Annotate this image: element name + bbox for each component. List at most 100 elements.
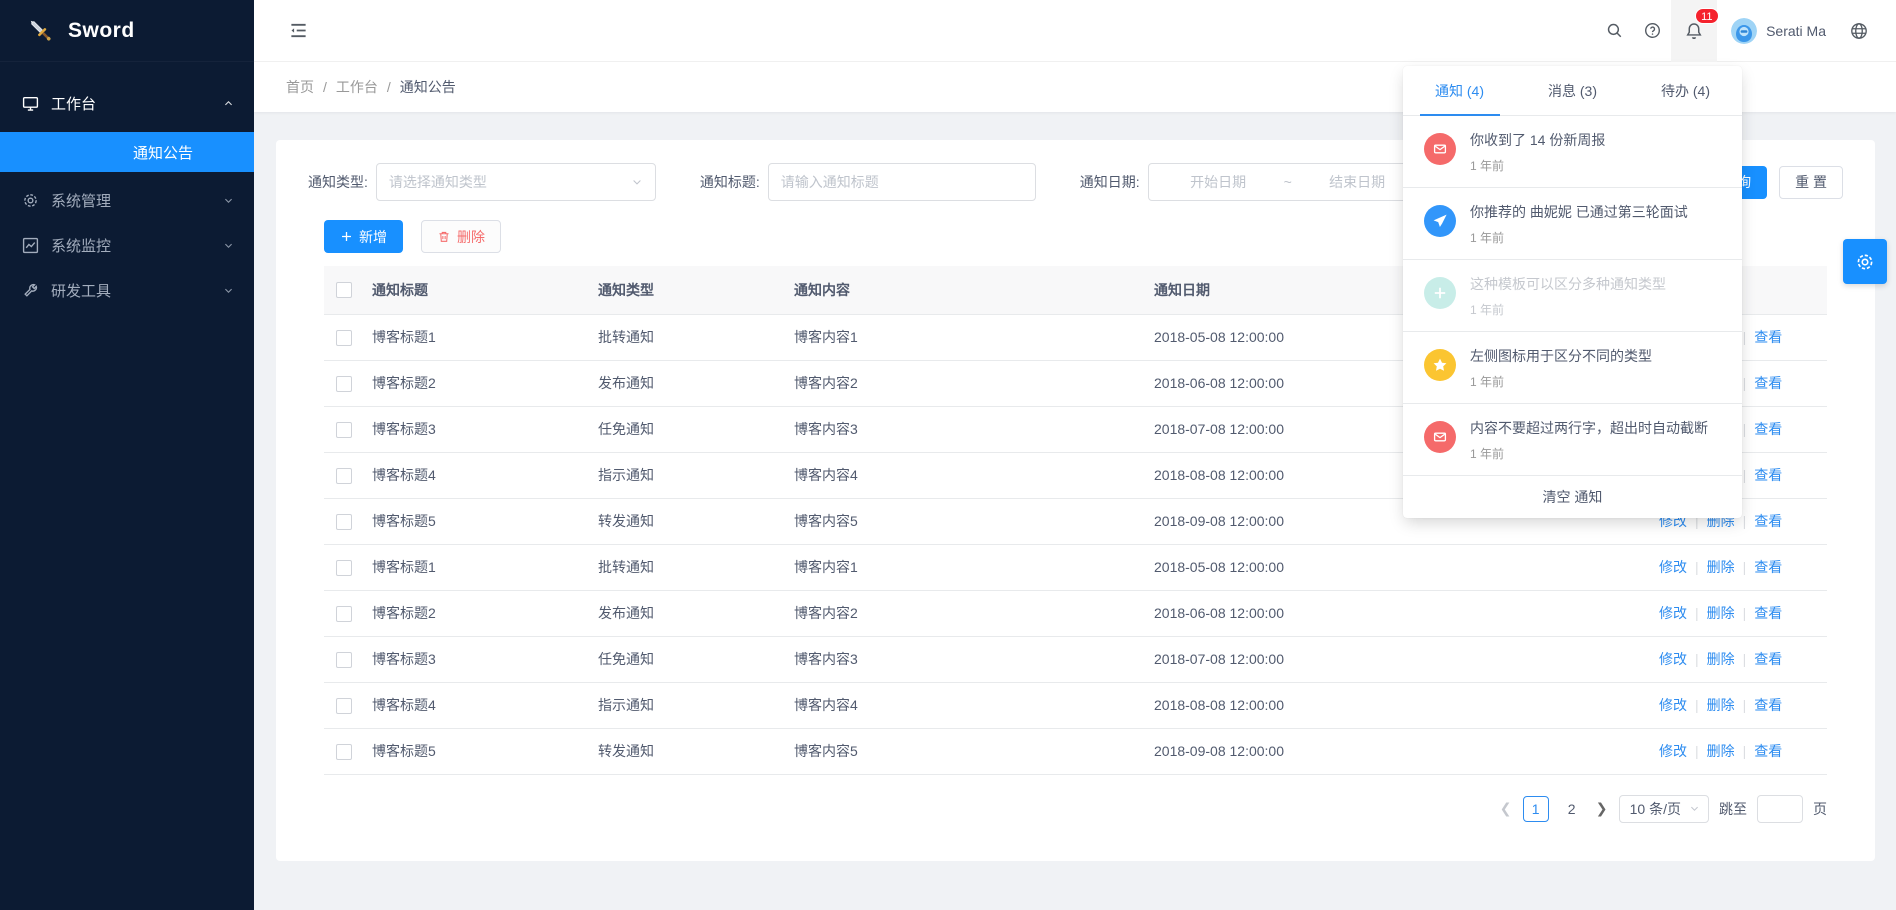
view-link[interactable]: 查看 — [1754, 513, 1782, 529]
breadcrumb-separator: / — [387, 79, 391, 95]
view-link[interactable]: 查看 — [1754, 651, 1782, 667]
notification-item[interactable]: 左侧图标用于区分不同的类型 1 年前 — [1403, 332, 1742, 404]
view-link[interactable]: 查看 — [1754, 605, 1782, 621]
cell-content: 博客内容3 — [786, 636, 1146, 682]
view-link[interactable]: 查看 — [1754, 467, 1782, 483]
cell-content: 博客内容1 — [786, 544, 1146, 590]
notification-item[interactable]: 你推荐的 曲妮妮 已通过第三轮面试 1 年前 — [1403, 188, 1742, 260]
prev-page-icon[interactable]: ❮ — [1499, 800, 1513, 817]
sidebar-item-dev-tools[interactable]: 研发工具 — [0, 268, 254, 313]
notification-item[interactable]: 你收到了 14 份新周报 1 年前 — [1403, 116, 1742, 188]
delete-link[interactable]: 删除 — [1707, 743, 1735, 759]
edit-link[interactable]: 修改 — [1659, 559, 1687, 575]
topbar-right: 11 Serati Ma — [1595, 0, 1878, 62]
notification-time: 1 年前 — [1470, 157, 1605, 174]
tab-notifications[interactable]: 通知 (4) — [1403, 66, 1516, 115]
tab-messages[interactable]: 消息 (3) — [1516, 66, 1629, 115]
trash-icon — [437, 230, 451, 244]
select-all-checkbox[interactable] — [336, 282, 352, 298]
row-checkbox[interactable] — [336, 606, 352, 622]
notification-item[interactable]: 这种模板可以区分多种通知类型 1 年前 — [1403, 260, 1742, 332]
filter-type-group: 通知类型: 请选择通知类型 — [308, 163, 656, 201]
chevron-down-icon — [1689, 803, 1700, 814]
view-link[interactable]: 查看 — [1754, 743, 1782, 759]
brand-title: Sword — [68, 19, 135, 43]
date-range-picker[interactable]: 开始日期 ~ 结束日期 — [1148, 163, 1428, 201]
action-divider: | — [1695, 697, 1699, 713]
notification-time: 1 年前 — [1470, 229, 1688, 246]
view-link[interactable]: 查看 — [1754, 697, 1782, 713]
monitor-icon — [22, 95, 39, 112]
date-label: 通知日期: — [1080, 172, 1140, 192]
avatar[interactable] — [1731, 18, 1757, 44]
delete-link[interactable]: 删除 — [1707, 559, 1735, 575]
edit-link[interactable]: 修改 — [1659, 605, 1687, 621]
table-row: 博客标题3 任免通知 博客内容3 2018-07-08 12:00:00 修改|… — [324, 636, 1827, 682]
jump-label: 跳至 — [1719, 799, 1747, 819]
sidebar-item-system-monitor[interactable]: 系统监控 — [0, 223, 254, 268]
clear-notifications-button[interactable]: 清空 通知 — [1403, 476, 1742, 518]
menu-fold-icon[interactable] — [286, 0, 310, 62]
notification-title: 你收到了 14 份新周报 — [1470, 130, 1605, 150]
view-link[interactable]: 查看 — [1754, 375, 1782, 391]
cell-type: 任免通知 — [590, 636, 786, 682]
page-size-select[interactable]: 10 条/页 — [1619, 795, 1709, 823]
row-checkbox[interactable] — [336, 652, 352, 668]
table-row: 博客标题4 指示通知 博客内容4 2018-08-08 12:00:00 修改|… — [324, 682, 1827, 728]
notification-list: 你收到了 14 份新周报 1 年前 你推荐的 曲妮妮 已通过第三轮面试 1 年前… — [1403, 116, 1742, 476]
row-checkbox[interactable] — [336, 376, 352, 392]
sidebar-item-workbench[interactable]: 工作台 — [0, 81, 254, 126]
notifications-bell-button[interactable]: 11 — [1671, 0, 1717, 62]
add-button[interactable]: 新增 — [324, 220, 403, 253]
page-1-button[interactable]: 1 — [1523, 796, 1549, 822]
sword-logo-icon — [26, 16, 56, 46]
sidebar-item-system-admin[interactable]: 系统管理 — [0, 178, 254, 223]
jump-page-input[interactable] — [1757, 795, 1803, 823]
topbar: 11 Serati Ma — [254, 0, 1896, 62]
tab-todos[interactable]: 待办 (4) — [1629, 66, 1742, 115]
sidebar-item-notice[interactable]: 通知公告 — [0, 132, 254, 172]
view-link[interactable]: 查看 — [1754, 421, 1782, 437]
breadcrumb-separator: / — [323, 79, 327, 95]
action-divider: | — [1743, 605, 1747, 621]
row-checkbox[interactable] — [336, 330, 352, 346]
view-link[interactable]: 查看 — [1754, 329, 1782, 345]
next-page-icon[interactable]: ❯ — [1595, 800, 1609, 817]
cell-date: 2018-08-08 12:00:00 — [1146, 682, 1651, 728]
sidebar-item-label: 系统管理 — [51, 190, 111, 211]
settings-button[interactable] — [1843, 239, 1887, 284]
breadcrumb-home[interactable]: 首页 — [286, 77, 314, 97]
row-checkbox[interactable] — [336, 514, 352, 530]
type-select[interactable]: 请选择通知类型 — [376, 163, 656, 201]
cell-title: 博客标题3 — [364, 406, 590, 452]
action-divider: | — [1743, 329, 1747, 345]
date-end-placeholder: 结束日期 — [1298, 172, 1417, 192]
brand[interactable]: Sword — [0, 0, 254, 62]
search-icon[interactable] — [1595, 0, 1633, 62]
delete-link[interactable]: 删除 — [1707, 651, 1735, 667]
help-icon[interactable] — [1633, 0, 1671, 62]
row-checkbox[interactable] — [336, 698, 352, 714]
edit-link[interactable]: 修改 — [1659, 743, 1687, 759]
edit-link[interactable]: 修改 — [1659, 697, 1687, 713]
notification-item[interactable]: 内容不要超过两行字，超出时自动截断 1 年前 — [1403, 404, 1742, 476]
row-checkbox[interactable] — [336, 744, 352, 760]
action-divider: | — [1743, 559, 1747, 575]
mail-icon — [1424, 421, 1456, 453]
row-checkbox[interactable] — [336, 468, 352, 484]
reset-button[interactable]: 重 置 — [1779, 166, 1843, 199]
page-2-button[interactable]: 2 — [1559, 796, 1585, 822]
cell-title: 博客标题2 — [364, 590, 590, 636]
delete-link[interactable]: 删除 — [1707, 605, 1735, 621]
globe-icon[interactable] — [1840, 0, 1878, 62]
view-link[interactable]: 查看 — [1754, 559, 1782, 575]
breadcrumb-workbench[interactable]: 工作台 — [336, 77, 378, 97]
delete-link[interactable]: 删除 — [1707, 697, 1735, 713]
user-name[interactable]: Serati Ma — [1766, 23, 1826, 39]
cell-date: 2018-06-08 12:00:00 — [1146, 590, 1651, 636]
title-input[interactable] — [768, 163, 1036, 201]
row-checkbox[interactable] — [336, 422, 352, 438]
row-checkbox[interactable] — [336, 560, 352, 576]
delete-button[interactable]: 删除 — [421, 220, 501, 253]
edit-link[interactable]: 修改 — [1659, 651, 1687, 667]
